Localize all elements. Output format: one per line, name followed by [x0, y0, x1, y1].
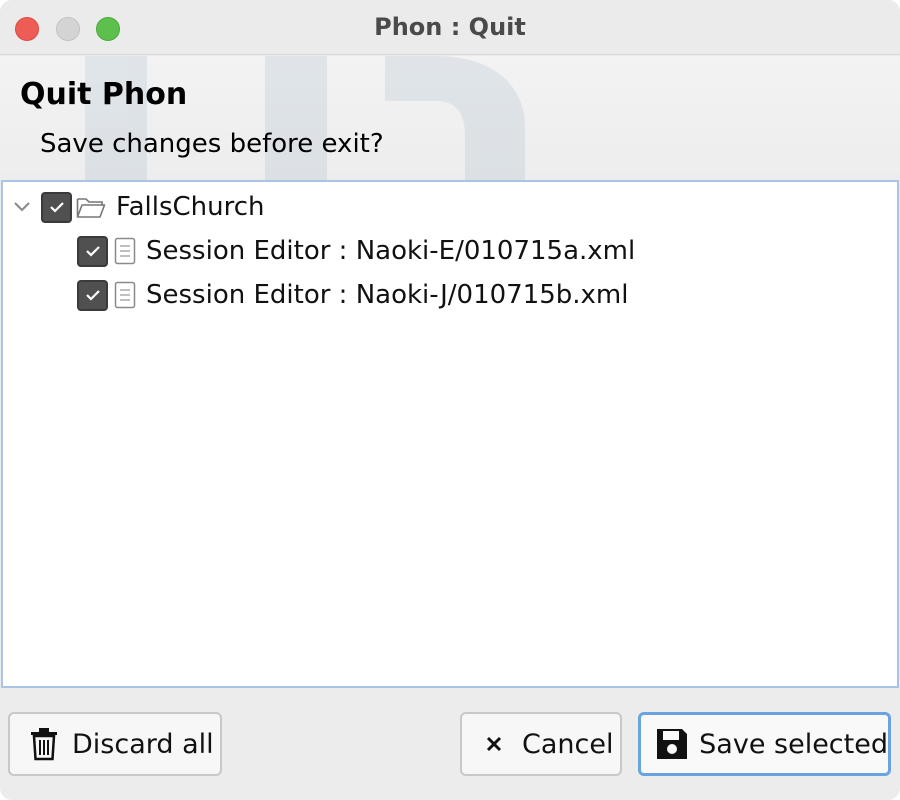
session-checkbox[interactable]: [77, 279, 108, 311]
folder-open-icon: [76, 195, 106, 219]
save-icon: [655, 727, 689, 761]
tree-row-session[interactable]: Session Editor : Naoki-E/010715a.xml: [77, 231, 635, 271]
cancel-label: Cancel: [522, 728, 614, 760]
document-icon: [114, 280, 136, 310]
project-label: FallsChurch: [116, 192, 265, 222]
dialog-subtitle: Save changes before exit?: [40, 129, 384, 159]
dialog-title: Quit Phon: [20, 77, 188, 112]
chevron-down-icon[interactable]: [9, 187, 35, 227]
session-label: Session Editor : Naoki-J/010715b.xml: [146, 280, 629, 310]
cancel-button[interactable]: Cancel: [460, 712, 622, 776]
discard-all-label: Discard all: [72, 728, 214, 760]
document-icon: [114, 236, 136, 266]
close-icon: [482, 735, 506, 753]
discard-all-button[interactable]: Discard all: [8, 712, 222, 776]
checkmark-icon: [49, 202, 64, 213]
save-selected-label: Save selected: [699, 728, 888, 760]
unsaved-items-tree[interactable]: FallsChurch Session Editor : Naoki-E/010…: [1, 180, 899, 688]
save-selected-button[interactable]: Save selected: [638, 712, 891, 776]
trash-icon: [24, 727, 64, 761]
window-title: Phon : Quit: [374, 13, 526, 41]
session-label: Session Editor : Naoki-E/010715a.xml: [146, 236, 636, 266]
session-checkbox[interactable]: [77, 235, 108, 267]
checkmark-icon: [85, 290, 100, 301]
tree-row-session[interactable]: Session Editor : Naoki-J/010715b.xml: [77, 275, 629, 315]
checkmark-icon: [85, 246, 100, 257]
dialog-header: Quit Phon Save changes before exit?: [0, 56, 900, 180]
tree-row-project[interactable]: FallsChurch: [9, 187, 265, 227]
project-checkbox[interactable]: [41, 191, 72, 223]
quit-dialog-window: Phon : Quit Quit Phon Save changes befor…: [0, 0, 900, 800]
phon-watermark-icon: [85, 56, 525, 180]
title-bar: Phon : Quit: [0, 0, 900, 55]
